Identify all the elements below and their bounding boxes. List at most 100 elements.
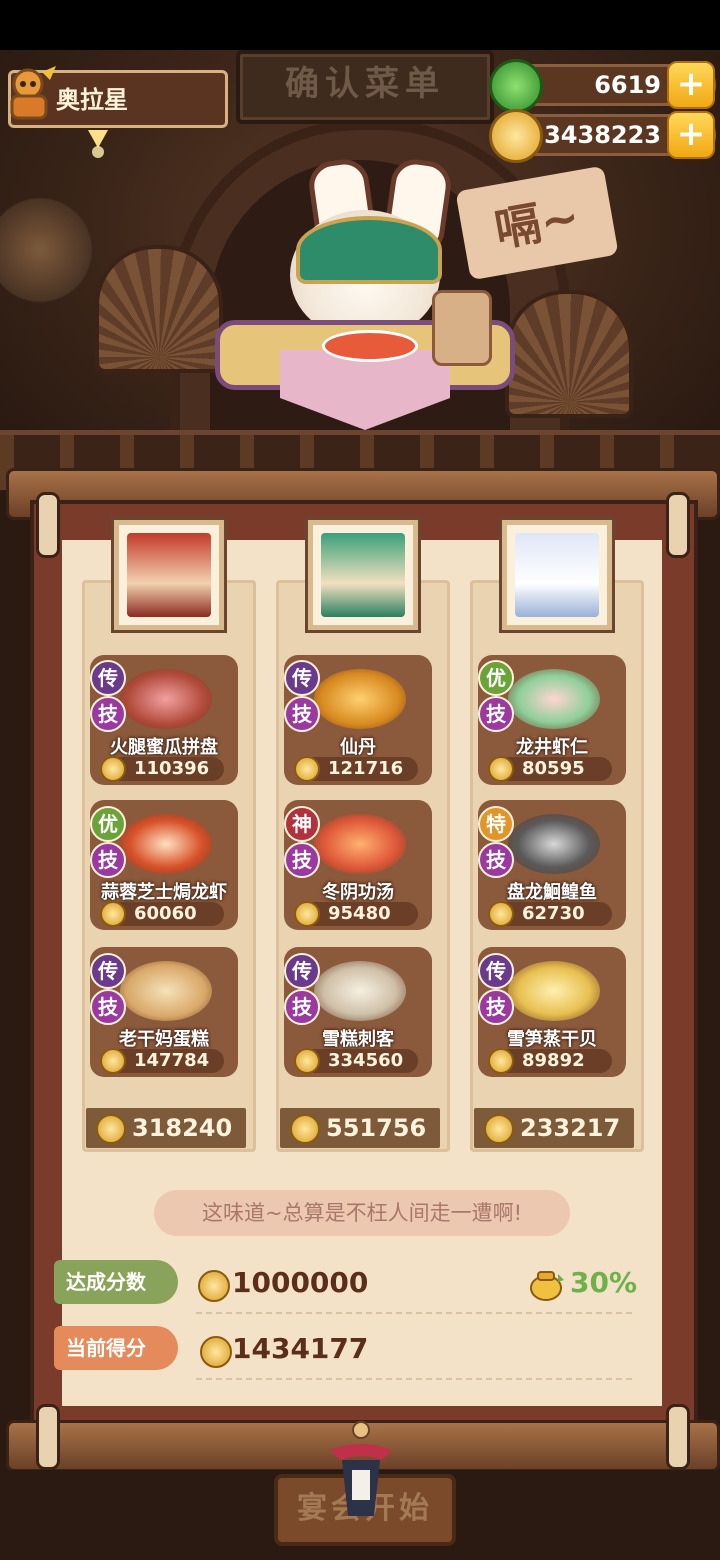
column-total-value: 551756 bbox=[326, 1114, 427, 1142]
dish-image bbox=[508, 669, 600, 729]
coin-icon bbox=[100, 901, 126, 927]
coin-icon bbox=[290, 1114, 320, 1144]
dish-image bbox=[314, 961, 406, 1021]
status-bar bbox=[0, 0, 720, 50]
coin-icon bbox=[294, 1048, 320, 1074]
column-total-value: 318240 bbox=[132, 1114, 233, 1142]
dish-image bbox=[314, 814, 406, 874]
dish-price: 60060 bbox=[100, 901, 224, 927]
coin-icon bbox=[100, 756, 126, 782]
coin-icon bbox=[198, 1270, 230, 1302]
dish-price: 89892 bbox=[488, 1048, 612, 1074]
lantern-light bbox=[0, 190, 100, 310]
add-coins-button[interactable]: + bbox=[667, 111, 715, 159]
chef-quote: 这味道~总算是不枉人间走一遭啊! bbox=[154, 1190, 570, 1236]
coin-icon bbox=[489, 109, 543, 163]
tier-badge: 特 bbox=[478, 806, 514, 842]
skill-badge: 技 bbox=[284, 842, 320, 878]
jade-icon bbox=[489, 59, 543, 113]
skill-badge: 技 bbox=[90, 842, 126, 878]
skill-badge: 技 bbox=[478, 696, 514, 732]
dish-image bbox=[120, 669, 212, 729]
chef-portrait-1[interactable] bbox=[114, 520, 224, 630]
tassel-ornament-icon bbox=[322, 1420, 400, 1520]
coin-icon bbox=[96, 1114, 126, 1144]
dish-price-value: 60060 bbox=[134, 903, 197, 924]
tier-badge: 优 bbox=[478, 660, 514, 696]
dish-price-value: 62730 bbox=[522, 903, 585, 924]
dish-image bbox=[120, 814, 212, 874]
target-score-value: 1000000 bbox=[232, 1266, 369, 1299]
menu-sign: 确认菜单 bbox=[236, 50, 494, 124]
coin-amount: 3438223 bbox=[544, 121, 661, 149]
opera-headdress bbox=[296, 216, 442, 284]
chef-portrait-3[interactable] bbox=[502, 520, 612, 630]
scroll-knob-bl bbox=[36, 1404, 60, 1470]
tier-badge: 神 bbox=[284, 806, 320, 842]
folding-fan-left bbox=[95, 245, 223, 373]
scroll-knob-tl bbox=[36, 492, 60, 558]
column-total: 551756 bbox=[280, 1108, 440, 1148]
coin-icon bbox=[200, 1336, 232, 1368]
tier-badge: 传 bbox=[90, 660, 126, 696]
dish-image bbox=[508, 814, 600, 874]
skill-badge: 技 bbox=[90, 696, 126, 732]
dish-image bbox=[120, 961, 212, 1021]
sign-title: 确认菜单 bbox=[285, 64, 445, 104]
jade-currency: 6619 + bbox=[489, 59, 716, 113]
coin-icon bbox=[294, 756, 320, 782]
jade-amount: 6619 bbox=[594, 71, 661, 99]
dish-price: 121716 bbox=[294, 756, 418, 782]
dish-price: 334560 bbox=[294, 1048, 418, 1074]
add-jade-button[interactable]: + bbox=[667, 61, 715, 109]
chef-portrait-2[interactable] bbox=[308, 520, 418, 630]
dish-price: 147784 bbox=[100, 1048, 224, 1074]
divider bbox=[196, 1378, 632, 1380]
scroll-knob-tr bbox=[666, 492, 690, 558]
dish-price-value: 121716 bbox=[328, 758, 404, 779]
dish-price: 95480 bbox=[294, 901, 418, 927]
current-score-value: 1434177 bbox=[232, 1332, 369, 1365]
stacked-bowls bbox=[432, 290, 492, 366]
player-name: 奥拉星 bbox=[56, 86, 128, 114]
tier-badge: 传 bbox=[284, 660, 320, 696]
coin-icon bbox=[100, 1048, 126, 1074]
food-bowl bbox=[322, 330, 418, 362]
dish-price-value: 89892 bbox=[522, 1050, 585, 1071]
spotlight-icon bbox=[80, 126, 116, 162]
skill-badge: 技 bbox=[284, 989, 320, 1025]
skill-badge: 技 bbox=[478, 989, 514, 1025]
coin-icon bbox=[484, 1114, 514, 1144]
coin-icon bbox=[488, 1048, 514, 1074]
skill-badge: 技 bbox=[284, 696, 320, 732]
dish-price-value: 147784 bbox=[134, 1050, 210, 1071]
dish-price: 62730 bbox=[488, 901, 612, 927]
tier-badge: 传 bbox=[90, 953, 126, 989]
player-avatar-icon[interactable] bbox=[2, 62, 58, 122]
coin-currency: 3438223 + bbox=[489, 109, 716, 163]
dish-image bbox=[314, 669, 406, 729]
dish-price-value: 110396 bbox=[134, 758, 210, 779]
folding-fan-right bbox=[505, 290, 633, 418]
current-score-label: 当前得分 bbox=[54, 1326, 178, 1370]
target-score-label: 达成分数 bbox=[54, 1260, 178, 1304]
skill-badge: 技 bbox=[90, 989, 126, 1025]
column-total: 233217 bbox=[474, 1108, 634, 1148]
tier-badge: 优 bbox=[90, 806, 126, 842]
dish-price-value: 95480 bbox=[328, 903, 391, 924]
coin-icon bbox=[488, 756, 514, 782]
tier-badge: 传 bbox=[284, 953, 320, 989]
scroll-knob-br bbox=[666, 1404, 690, 1470]
dish-price-value: 80595 bbox=[522, 758, 585, 779]
divider bbox=[196, 1312, 632, 1314]
dish-price: 80595 bbox=[488, 756, 612, 782]
bonus-percent: 30% bbox=[570, 1266, 638, 1299]
coin-bag-icon bbox=[528, 1268, 566, 1302]
dish-image bbox=[508, 961, 600, 1021]
dish-price-value: 334560 bbox=[328, 1050, 404, 1071]
skill-badge: 技 bbox=[478, 842, 514, 878]
dish-price: 110396 bbox=[100, 756, 224, 782]
coin-icon bbox=[488, 901, 514, 927]
column-total-value: 233217 bbox=[520, 1114, 621, 1142]
column-total: 318240 bbox=[86, 1108, 246, 1148]
